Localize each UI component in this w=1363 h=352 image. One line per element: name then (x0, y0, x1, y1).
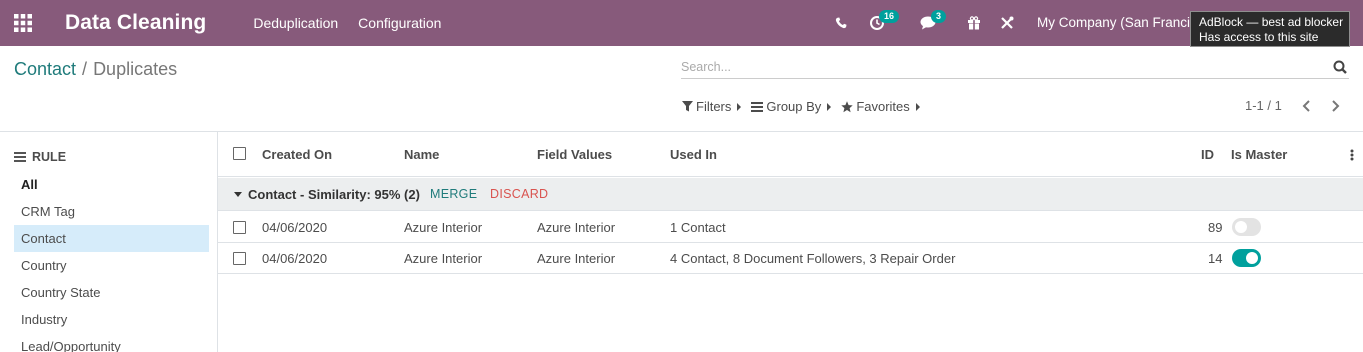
row-checkbox[interactable] (233, 221, 246, 234)
caret-right-icon (827, 102, 832, 111)
cell-name: Azure Interior (404, 220, 483, 235)
discard-button[interactable]: DISCARD (490, 187, 548, 201)
page-title: Duplicates (93, 59, 178, 79)
filters-button[interactable]: Filters (682, 99, 742, 114)
chevron-left-icon[interactable] (1302, 99, 1312, 112)
group-title-text: Contact - Similarity: 95% (2) (248, 187, 420, 202)
tools-icon (1001, 16, 1014, 29)
messages-button[interactable]: 3 (920, 0, 952, 46)
systray: 16 3 (832, 0, 1015, 46)
table-row[interactable]: 04/06/2020 Azure Interior Azure Interior… (218, 243, 1363, 274)
caret-down-icon (234, 192, 242, 197)
column-id[interactable]: ID (1201, 147, 1214, 162)
list-header: Created On Name Field Values Used In ID … (218, 132, 1363, 177)
chevron-right-icon[interactable] (1330, 99, 1340, 112)
row-checkbox[interactable] (233, 252, 246, 265)
duplicates-list: Created On Name Field Values Used In ID … (218, 132, 1363, 352)
phone-button[interactable] (832, 0, 850, 46)
cell-field-values: Azure Interior (537, 220, 616, 235)
star-icon (841, 100, 854, 112)
is-master-toggle[interactable] (1232, 249, 1261, 267)
caret-right-icon (737, 102, 742, 111)
search-options: Filters Group By Favorites (682, 99, 930, 114)
breadcrumb: Contact / Duplicates (14, 59, 177, 80)
side-panel-header: RULE (14, 150, 66, 164)
cell-created-on: 04/06/2020 (262, 251, 328, 266)
sidebar-item-all[interactable]: All (14, 171, 209, 198)
cell-id: 14 (1208, 251, 1223, 266)
gift-button[interactable] (966, 0, 982, 46)
apps-menu-button[interactable] (0, 0, 46, 46)
side-panel-title: RULE (32, 150, 67, 164)
group-by-button[interactable]: Group By (751, 99, 832, 114)
extension-tooltip: AdBlock — best ad blocker Has access to … (1190, 11, 1350, 47)
top-navbar: Data Cleaning Deduplication Configuratio… (0, 0, 1363, 46)
sidebar-item-crm-tag[interactable]: CRM Tag (14, 198, 209, 225)
column-name[interactable]: Name (404, 147, 439, 162)
rule-side-panel: RULE All CRM Tag Contact Country Country… (0, 132, 218, 352)
merge-button[interactable]: MERGE (430, 187, 477, 201)
tooltip-title: AdBlock — best ad blocker (1199, 15, 1344, 29)
cell-used-in: 1 Contact (670, 220, 726, 235)
list-icon (751, 101, 764, 112)
message-count-badge: 3 (931, 10, 947, 23)
search-bar (681, 57, 1349, 79)
company-switcher[interactable]: My Company (San Francisco) (1037, 15, 1216, 30)
column-is-master[interactable]: Is Master (1231, 147, 1287, 162)
debug-tools-button[interactable] (999, 0, 1015, 46)
activity-count-badge: 16 (879, 10, 900, 23)
search-icon[interactable] (1333, 60, 1347, 74)
sidebar-item-country-state[interactable]: Country State (14, 279, 209, 306)
favorites-label: Favorites (856, 99, 910, 114)
cell-id: 89 (1208, 220, 1223, 235)
breadcrumb-separator: / (82, 59, 88, 79)
sidebar-item-industry[interactable]: Industry (14, 306, 209, 333)
group-title[interactable]: Contact - Similarity: 95% (2) (234, 187, 420, 202)
search-input[interactable] (681, 57, 1311, 77)
group-by-label: Group By (766, 99, 822, 114)
column-created-on[interactable]: Created On (262, 147, 332, 162)
table-row[interactable]: 04/06/2020 Azure Interior Azure Interior… (218, 212, 1363, 243)
cell-name: Azure Interior (404, 251, 483, 266)
column-field-values[interactable]: Field Values (537, 147, 612, 162)
app-title[interactable]: Data Cleaning (65, 11, 206, 35)
tooltip-subtitle: Has access to this site (1199, 30, 1319, 44)
cell-created-on: 04/06/2020 (262, 220, 328, 235)
favorites-button[interactable]: Favorites (841, 99, 920, 114)
activities-button[interactable]: 16 (868, 0, 902, 46)
column-used-in[interactable]: Used In (670, 147, 717, 162)
phone-icon (835, 17, 847, 29)
toggle-knob (1235, 221, 1247, 233)
toggle-knob (1246, 252, 1258, 264)
group-row[interactable]: Contact - Similarity: 95% (2) MERGE DISC… (218, 178, 1363, 211)
sidebar-item-lead-opportunity[interactable]: Lead/Opportunity (14, 333, 209, 352)
menu-configuration[interactable]: Configuration (358, 15, 441, 31)
filters-label: Filters (696, 99, 732, 114)
pager: 1-1 / 1 (1245, 98, 1340, 113)
grid-icon (14, 14, 32, 32)
sidebar-item-contact[interactable]: Contact (14, 225, 209, 252)
cell-used-in: 4 Contact, 8 Document Followers, 3 Repai… (670, 251, 956, 266)
optional-columns-icon[interactable] (1350, 149, 1354, 161)
is-master-toggle[interactable] (1232, 218, 1261, 236)
sidebar-item-country[interactable]: Country (14, 252, 209, 279)
filter-icon (682, 101, 693, 112)
pager-value[interactable]: 1-1 / 1 (1245, 98, 1282, 113)
bars-icon (14, 152, 26, 162)
breadcrumb-parent-link[interactable]: Contact (14, 59, 76, 79)
cell-field-values: Azure Interior (537, 251, 616, 266)
caret-right-icon (915, 102, 920, 111)
gift-icon (968, 16, 980, 30)
select-all-checkbox[interactable] (233, 147, 246, 160)
menu-deduplication[interactable]: Deduplication (253, 15, 338, 31)
